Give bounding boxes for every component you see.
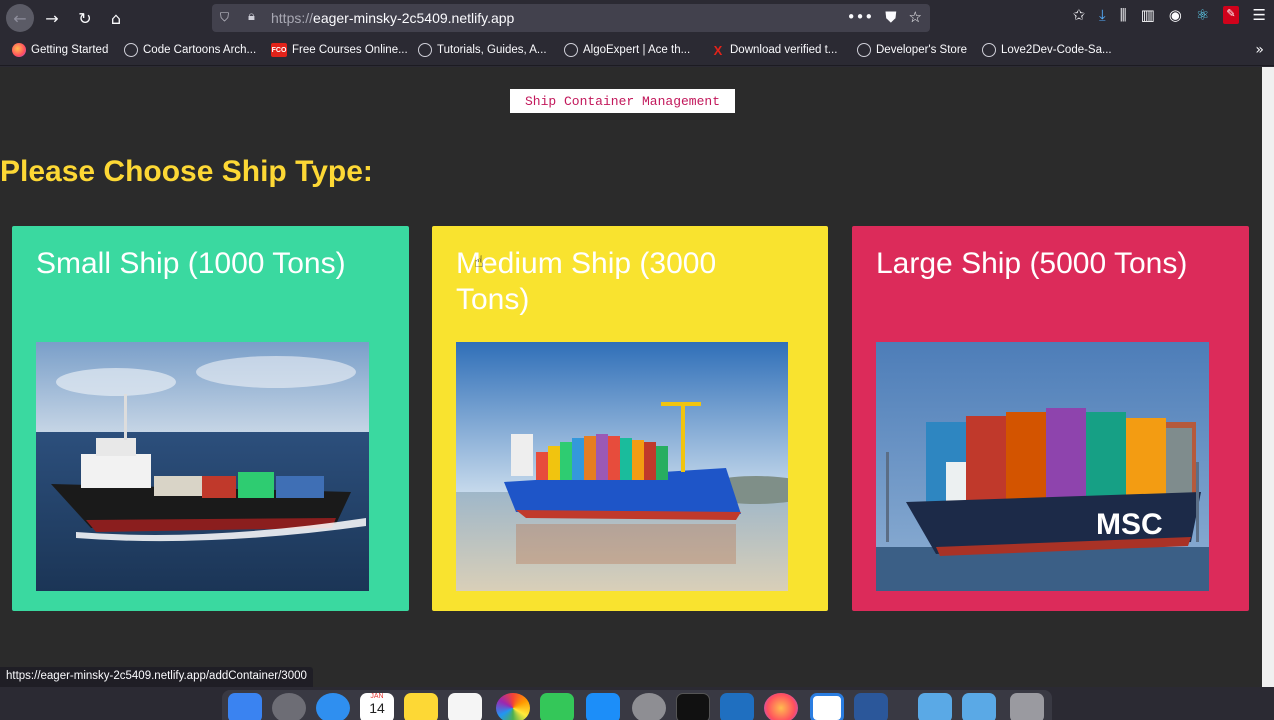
trash-icon[interactable] <box>1010 693 1044 720</box>
terminal-icon[interactable] <box>676 693 710 720</box>
word-icon[interactable] <box>854 693 888 720</box>
launchpad-icon[interactable] <box>272 693 306 720</box>
reload-button[interactable]: ↻ <box>71 4 99 32</box>
globe-icon <box>124 43 138 57</box>
bookmark-item[interactable]: Getting Started <box>12 43 108 57</box>
more-bookmarks-icon[interactable]: » <box>1255 42 1264 58</box>
page-scrollbar[interactable] <box>1262 67 1274 687</box>
applications-folder-icon[interactable] <box>918 693 952 720</box>
bookmark-item[interactable]: AlgoExpert | Ace th... <box>564 43 690 57</box>
bookmark-item[interactable]: X Download verified t... <box>711 42 838 58</box>
status-bar-link: https://eager-minsky-2c5409.netlify.app/… <box>0 667 313 687</box>
calendar-icon[interactable]: JAN 14 <box>360 693 394 720</box>
fco-icon: FCO <box>271 43 287 57</box>
medium-ship-card[interactable]: Medium Ship (3000 Tons) <box>432 226 828 611</box>
globe-icon <box>564 43 578 57</box>
menu-icon[interactable]: ☰ <box>1253 6 1266 24</box>
forward-button[interactable]: → <box>38 4 66 32</box>
system-preferences-icon[interactable] <box>632 693 666 720</box>
globe-icon <box>982 43 996 57</box>
reminders-icon[interactable] <box>448 693 482 720</box>
svg-text:MSC: MSC <box>1096 508 1163 541</box>
firefox-dock-icon[interactable] <box>764 693 798 720</box>
globe-icon <box>418 43 432 57</box>
app-title: Ship Container Management <box>510 89 735 113</box>
bookmark-item[interactable]: FCO Free Courses Online... <box>271 43 408 57</box>
bookmarks-bar: Getting Started Code Cartoons Arch... FC… <box>0 36 1274 66</box>
large-ship-card[interactable]: Large Ship (5000 Tons) MSC <box>852 226 1249 611</box>
hand-cursor-icon: ☝ <box>474 252 484 271</box>
downloads-folder-icon[interactable] <box>962 693 996 720</box>
card-title: Large Ship (5000 Tons) <box>876 247 1188 280</box>
safari-icon[interactable] <box>316 693 350 720</box>
bookmark-item[interactable]: Love2Dev-Code-Sa... <box>982 43 1112 57</box>
lock-icon[interactable]: 🔒︎ <box>248 9 255 24</box>
bookmark-item[interactable]: Developer's Store <box>857 43 967 57</box>
page-content: Ship Container Management Please Choose … <box>0 67 1262 687</box>
sidebar-icon[interactable]: ▥ <box>1141 6 1155 24</box>
back-button[interactable]: ← <box>6 4 34 32</box>
x-icon: X <box>713 42 723 58</box>
app-store-icon[interactable] <box>586 693 620 720</box>
tracking-shield-icon[interactable]: ⛉ <box>220 10 234 26</box>
vscode-icon[interactable] <box>720 693 754 720</box>
star-icon[interactable]: ☆ <box>909 8 922 26</box>
pocket-icon[interactable]: ⛊ <box>885 8 896 26</box>
large-ship-image[interactable]: MSC <box>876 342 1209 591</box>
dock: JAN 14 <box>222 690 1052 720</box>
url-text[interactable]: https://eager-minsky-2c5409.netlify.app <box>271 10 514 26</box>
download-icon[interactable]: ⤓ <box>1099 6 1106 24</box>
bookmark-item[interactable]: Code Cartoons Arch... <box>124 43 256 57</box>
card-title: Medium Ship (3000 Tons) <box>456 247 717 316</box>
extension-icon[interactable]: ✎ <box>1223 6 1239 24</box>
address-bar[interactable]: ⛉ 🔒︎ https://eager-minsky-2c5409.netlify… <box>212 4 930 32</box>
small-ship-image[interactable] <box>36 342 369 591</box>
account-icon[interactable]: ◉ <box>1169 6 1182 24</box>
finder-icon[interactable] <box>228 693 262 720</box>
home-button[interactable]: ⌂ <box>102 4 130 32</box>
bookmark-star-icon[interactable]: ✩ <box>1072 6 1085 24</box>
firefox-icon <box>12 43 26 57</box>
library-icon[interactable]: ⫼ <box>1120 6 1127 24</box>
app-window-icon[interactable] <box>810 693 844 720</box>
page-heading: Please Choose Ship Type: <box>0 155 373 188</box>
small-ship-card[interactable]: Small Ship (1000 Tons) <box>12 226 409 611</box>
photos-icon[interactable] <box>496 693 530 720</box>
react-devtools-icon[interactable]: ⚛ <box>1196 6 1209 24</box>
bookmark-item[interactable]: Tutorials, Guides, A... <box>418 43 547 57</box>
notes-icon[interactable] <box>404 693 438 720</box>
globe-icon <box>857 43 871 57</box>
page-actions-icon[interactable]: ••• <box>847 8 874 26</box>
card-title: Small Ship (1000 Tons) <box>36 247 346 280</box>
browser-toolbar: ← → ↻ ⌂ ⛉ 🔒︎ https://eager-minsky-2c5409… <box>0 0 1274 36</box>
facetime-icon[interactable] <box>540 693 574 720</box>
medium-ship-image[interactable] <box>456 342 788 591</box>
